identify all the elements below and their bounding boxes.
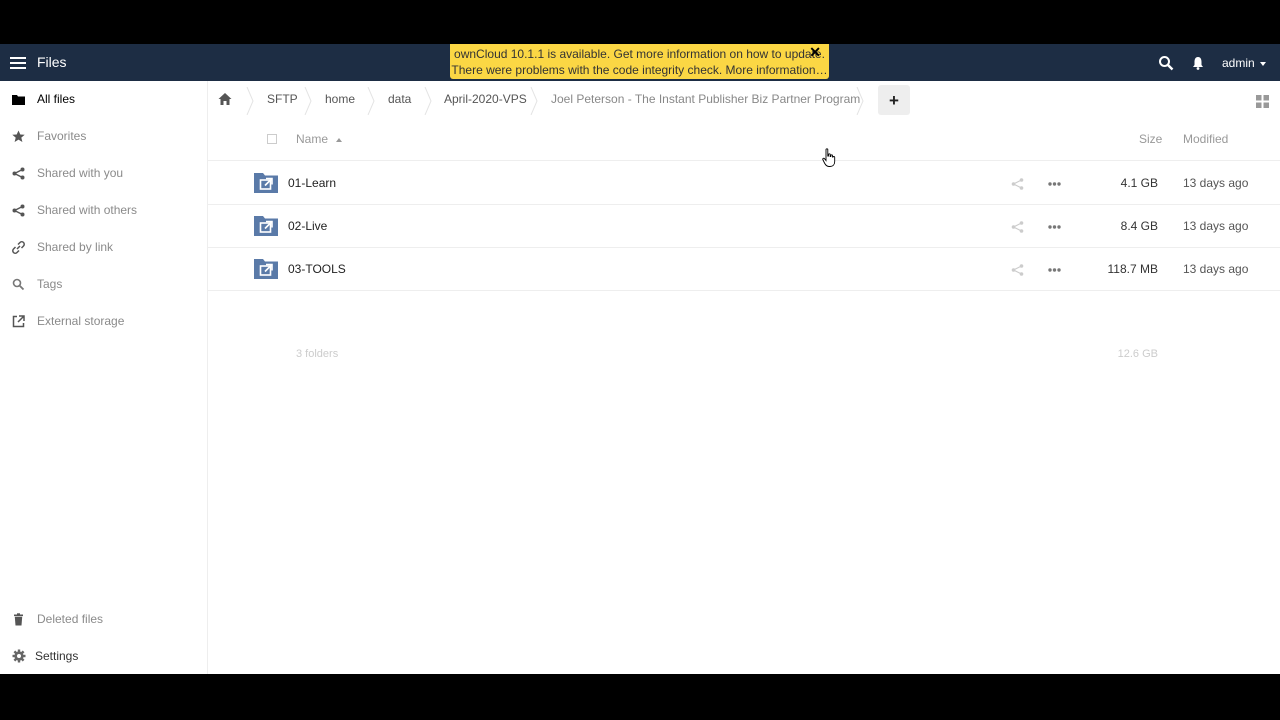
breadcrumb-data[interactable]: data	[388, 92, 411, 106]
grid-view-icon[interactable]	[1256, 95, 1269, 108]
sidebar-item-all-files[interactable]: All files	[0, 82, 208, 116]
column-header-name[interactable]: Name	[296, 132, 343, 146]
file-name[interactable]: 02-Live	[288, 219, 327, 233]
settings-label: Settings	[35, 649, 79, 663]
settings-button[interactable]: Settings	[0, 639, 208, 673]
table-row[interactable]: 02-Live 8.4 GB 13 days ago	[208, 205, 1280, 248]
header-bar: Files admin ownCloud 10.1.1 is available…	[0, 44, 1280, 81]
trash-icon	[14, 613, 23, 626]
file-modified: 13 days ago	[1183, 219, 1249, 233]
sidebar-item-tags[interactable]: Tags	[0, 267, 208, 301]
user-menu[interactable]: admin	[1222, 56, 1266, 70]
plus-icon: +	[889, 91, 899, 110]
sidebar-item-label: Tags	[37, 277, 63, 291]
external-folder-icon[interactable]	[254, 172, 278, 193]
viewport: Files admin ownCloud 10.1.1 is available…	[0, 44, 1280, 674]
external-folder-icon[interactable]	[254, 215, 278, 236]
more-actions-icon[interactable]	[1048, 268, 1061, 272]
more-actions-icon[interactable]	[1048, 182, 1061, 186]
sidebar-item-label: Shared with you	[37, 166, 124, 180]
column-header-size[interactable]: Size	[1139, 132, 1162, 146]
column-header-name-label: Name	[296, 132, 329, 146]
file-size: 8.4 GB	[1120, 219, 1158, 233]
file-size: 118.7 MB	[1107, 262, 1158, 276]
breadcrumb-separator	[246, 87, 254, 115]
sidebar-item-label: External storage	[37, 314, 125, 328]
sidebar-item-label: Shared by link	[37, 240, 114, 254]
integrity-check-text[interactable]: There were problems with the code integr…	[450, 62, 829, 78]
sidebar-item-label: Favorites	[37, 129, 87, 143]
sidebar-item-shared-with-others[interactable]: Shared with others	[0, 193, 208, 227]
breadcrumb-sftp[interactable]: SFTP	[267, 92, 298, 106]
external-link-icon	[12, 315, 25, 328]
sidebar-item-external-storage[interactable]: External storage	[0, 304, 208, 338]
breadcrumb-separator	[304, 87, 312, 115]
gear-icon	[12, 649, 26, 663]
update-available-text[interactable]: ownCloud 10.1.1 is available. Get more i…	[450, 46, 829, 62]
hamburger-menu-icon[interactable]	[10, 54, 26, 71]
sidebar-item-shared-with-you[interactable]: Shared with you	[0, 156, 208, 190]
sidebar-item-label: Shared with others	[37, 203, 138, 217]
new-file-button[interactable]: +	[878, 85, 910, 115]
app-title: Files	[37, 54, 67, 70]
hand-pointer-cursor-icon	[822, 148, 836, 167]
file-name[interactable]: 03-TOOLS	[288, 262, 346, 276]
file-name[interactable]: 01-Learn	[288, 176, 336, 190]
breadcrumb-bar: SFTP home data April-2020-VPS Joel Peter…	[208, 81, 1280, 121]
share-icon	[12, 204, 25, 217]
folder-icon	[12, 95, 25, 105]
home-icon[interactable]	[218, 92, 232, 106]
external-folder-icon[interactable]	[254, 258, 278, 279]
table-row[interactable]: 03-TOOLS 118.7 MB 13 days ago	[208, 248, 1280, 291]
caret-down-icon	[1259, 61, 1266, 66]
update-notification: ownCloud 10.1.1 is available. Get more i…	[450, 44, 829, 79]
breadcrumb-separator	[367, 87, 375, 115]
file-size: 4.1 GB	[1120, 176, 1158, 190]
sidebar-item-shared-by-link[interactable]: Shared by link	[0, 230, 208, 264]
breadcrumb-home[interactable]: home	[325, 92, 355, 106]
star-icon	[12, 130, 25, 142]
column-header-modified[interactable]: Modified	[1183, 132, 1228, 146]
select-all-checkbox[interactable]	[267, 134, 277, 144]
link-icon	[12, 241, 25, 254]
search-icon	[12, 278, 25, 291]
breadcrumb-separator	[530, 87, 538, 115]
share-icon[interactable]	[1011, 221, 1024, 233]
total-size: 12.6 GB	[1117, 348, 1158, 360]
user-name: admin	[1222, 56, 1255, 70]
breadcrumb-current-folder[interactable]: Joel Peterson - The Instant Publisher Bi…	[551, 92, 860, 106]
notifications-bell-icon[interactable]	[1191, 55, 1205, 71]
share-icon	[12, 167, 25, 180]
file-modified: 13 days ago	[1183, 176, 1249, 190]
search-icon[interactable]	[1158, 55, 1174, 71]
sidebar-item-deleted-files[interactable]: Deleted files	[0, 602, 208, 636]
more-actions-icon[interactable]	[1048, 225, 1061, 229]
share-icon[interactable]	[1011, 264, 1024, 276]
file-modified: 13 days ago	[1183, 262, 1249, 276]
summary-row: 3 folders 12.6 GB	[208, 348, 1280, 368]
close-icon[interactable]: ✕	[809, 44, 821, 60]
folder-count: 3 folders	[296, 348, 339, 360]
table-row[interactable]: 01-Learn 4.1 GB 13 days ago	[208, 162, 1280, 205]
breadcrumb-separator	[424, 87, 432, 115]
sidebar-item-label: All files	[37, 92, 76, 106]
table-header: Name Size Modified	[208, 121, 1280, 161]
sidebar-item-label: Deleted files	[37, 612, 104, 626]
sidebar-item-favorites[interactable]: Favorites	[0, 119, 208, 153]
sidebar: All files Favorites Shared with you Shar…	[0, 81, 208, 674]
share-icon[interactable]	[1011, 178, 1024, 190]
breadcrumb-april-2020-vps[interactable]: April-2020-VPS	[444, 92, 527, 106]
breadcrumb-separator	[856, 87, 864, 115]
sort-ascending-icon	[336, 137, 343, 142]
